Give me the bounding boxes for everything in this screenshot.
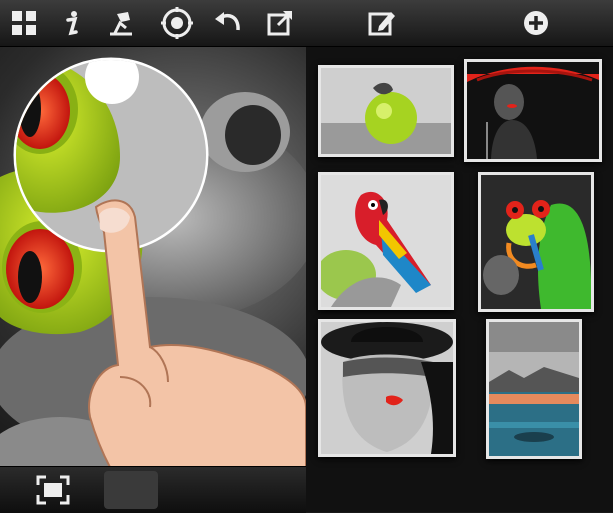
gallery-item-red-umbrella-woman[interactable]: [464, 59, 602, 162]
frog-color-splash-image: [0, 57, 306, 512]
gallery-item-lake-landscape[interactable]: [486, 319, 582, 459]
edit-icon[interactable]: [364, 5, 400, 41]
gallery-item-tree-frog[interactable]: [478, 172, 594, 312]
toolbar-button-2[interactable]: [104, 471, 158, 509]
bottom-toolbar: [0, 466, 306, 513]
brush-lamp-icon[interactable]: [103, 5, 139, 41]
photo-gallery: [306, 47, 613, 512]
undo-icon[interactable]: [210, 5, 246, 41]
top-toolbar: [0, 0, 613, 47]
grid-icon[interactable]: [6, 5, 42, 41]
target-icon[interactable]: [159, 5, 195, 41]
photo-editor-canvas[interactable]: [0, 47, 306, 512]
share-icon[interactable]: [262, 5, 298, 41]
gallery-item-woman-in-hat-red-lips[interactable]: [318, 319, 456, 457]
info-icon[interactable]: [54, 5, 90, 41]
add-icon[interactable]: [518, 5, 554, 41]
fit-screen-icon[interactable]: [22, 471, 84, 509]
gallery-item-green-apple[interactable]: [318, 65, 454, 157]
gallery-item-parrot[interactable]: [318, 172, 454, 310]
